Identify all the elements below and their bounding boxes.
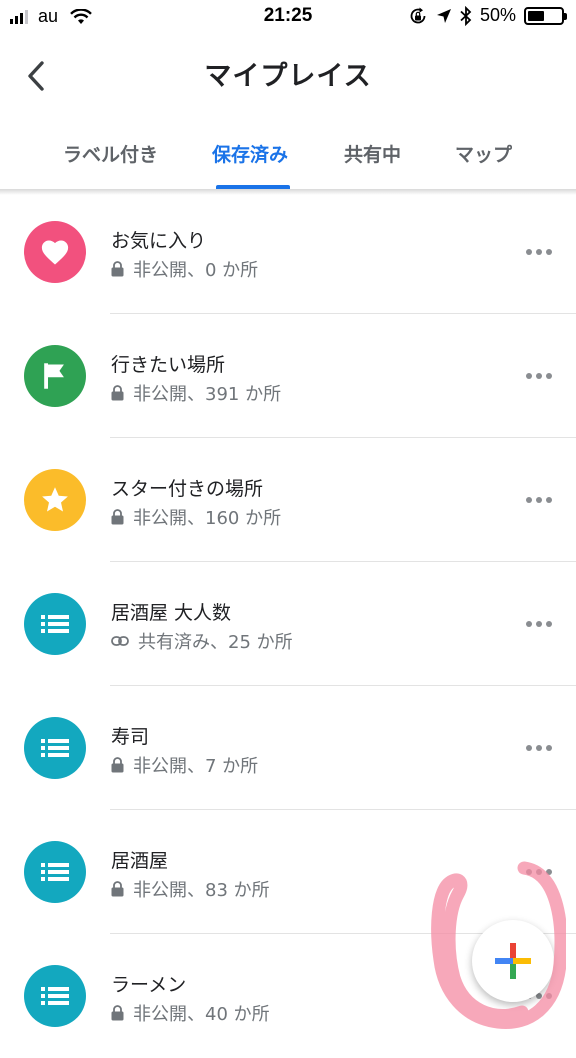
list-title: スター付きの場所 bbox=[111, 478, 264, 500]
status-right: 50% bbox=[408, 5, 567, 26]
list-subtitle: 非公開、7 か所 bbox=[111, 752, 258, 778]
list-subtitle: 非公開、391 か所 bbox=[111, 380, 281, 406]
star-icon bbox=[24, 469, 86, 531]
list-meta: 非公開、391 か所 bbox=[133, 384, 282, 405]
status-bar: au 21:25 50% bbox=[0, 0, 576, 34]
list-subtitle: 非公開、40 か所 bbox=[111, 1000, 270, 1026]
list-icon bbox=[24, 965, 86, 1027]
more-options-button[interactable] bbox=[518, 364, 560, 388]
tab-saved[interactable]: 保存済み bbox=[212, 140, 288, 167]
list-title: 寿司 bbox=[111, 726, 150, 748]
list-meta: 非公開、40 か所 bbox=[133, 1004, 270, 1025]
tab-maps[interactable]: マップ bbox=[455, 140, 512, 167]
flag-icon bbox=[24, 345, 86, 407]
plus-icon bbox=[495, 943, 531, 979]
lock-icon bbox=[111, 385, 124, 401]
list-title: 行きたい場所 bbox=[111, 354, 226, 376]
lock-icon bbox=[111, 881, 124, 897]
link-icon bbox=[111, 636, 129, 646]
lock-icon bbox=[111, 757, 124, 773]
more-options-button[interactable] bbox=[518, 488, 560, 512]
tab-bar: ラベル付き 保存済み 共有中 マップ bbox=[0, 124, 576, 190]
more-options-button[interactable] bbox=[518, 612, 560, 636]
location-arrow-icon bbox=[436, 8, 451, 23]
list-meta: 非公開、83 か所 bbox=[133, 880, 270, 901]
list-subtitle: 共有済み、25 か所 bbox=[111, 628, 293, 654]
heart-icon bbox=[24, 221, 86, 283]
list-meta: 共有済み、25 か所 bbox=[138, 632, 293, 653]
list-meta: 非公開、0 か所 bbox=[133, 260, 259, 281]
battery-icon bbox=[524, 6, 567, 25]
list-item-starred[interactable]: スター付きの場所 非公開、160 か所 bbox=[0, 438, 576, 562]
list-meta: 非公開、7 か所 bbox=[133, 756, 259, 777]
add-list-button[interactable] bbox=[472, 920, 554, 1002]
list-item-izakaya[interactable]: 居酒屋 非公開、83 か所 bbox=[0, 810, 576, 934]
lock-icon bbox=[111, 261, 124, 277]
list-title: 居酒屋 大人数 bbox=[111, 602, 232, 624]
list-icon bbox=[24, 593, 86, 655]
list-icon bbox=[24, 717, 86, 779]
list-item-sushi[interactable]: 寿司 非公開、7 か所 bbox=[0, 686, 576, 810]
lock-icon bbox=[111, 509, 124, 525]
list-title: 居酒屋 bbox=[111, 850, 169, 872]
list-subtitle: 非公開、83 か所 bbox=[111, 876, 270, 902]
list-title: お気に入り bbox=[111, 230, 207, 252]
page-title: マイプレイス bbox=[204, 61, 372, 92]
list-meta: 非公開、160 か所 bbox=[133, 508, 282, 529]
list-subtitle: 非公開、160 か所 bbox=[111, 504, 281, 530]
more-options-button[interactable] bbox=[518, 736, 560, 760]
list-item-want-to-go[interactable]: 行きたい場所 非公開、391 か所 bbox=[0, 314, 576, 438]
more-options-button[interactable] bbox=[518, 240, 560, 264]
battery-percent: 50% bbox=[479, 5, 516, 25]
list-item-favorites[interactable]: お気に入り 非公開、0 か所 bbox=[0, 190, 576, 314]
lock-icon bbox=[111, 1005, 124, 1021]
rotation-lock-icon bbox=[410, 7, 426, 23]
tab-labeled[interactable]: ラベル付き bbox=[63, 140, 158, 167]
battery-fill bbox=[528, 10, 544, 21]
tab-shared[interactable]: 共有中 bbox=[344, 140, 401, 167]
list-title: ラーメン bbox=[111, 974, 187, 996]
more-options-button[interactable] bbox=[518, 860, 560, 884]
list-icon bbox=[24, 841, 86, 903]
list-item-izakaya-group[interactable]: 居酒屋 大人数 共有済み、25 か所 bbox=[0, 562, 576, 686]
app-header: マイプレイス bbox=[0, 34, 576, 114]
list-subtitle: 非公開、0 か所 bbox=[111, 256, 258, 282]
bluetooth-icon bbox=[460, 5, 472, 26]
